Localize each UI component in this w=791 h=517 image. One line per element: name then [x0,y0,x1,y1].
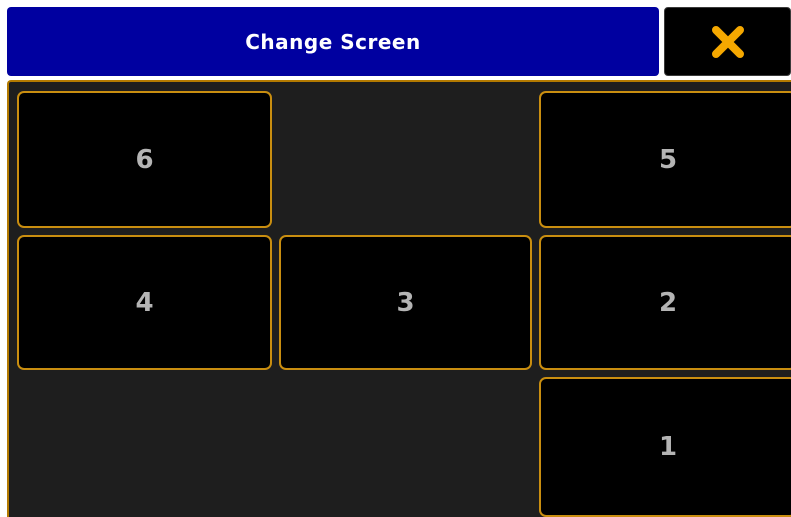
screen-1-label: 1 [658,432,678,462]
screen-3-button[interactable]: 3 [279,235,532,370]
screen-2-label: 2 [658,287,678,318]
screen-3-label: 3 [396,287,415,318]
dialog-title: Change Screen [245,29,421,54]
screen-6-button[interactable]: 6 [17,91,272,228]
screen-4-label: 4 [135,287,154,318]
close-icon [708,22,748,62]
change-screen-dialog: Change Screen 6 5 4 3 2 1 [0,0,791,517]
screen-1-button[interactable]: 1 [539,377,791,517]
screen-6-label: 6 [135,144,154,175]
screen-5-label: 5 [658,144,678,175]
screen-5-button[interactable]: 5 [539,91,791,228]
screen-4-button[interactable]: 4 [17,235,272,370]
dialog-title-bar: Change Screen [7,7,659,76]
screen-selection-area: 6 5 4 3 2 1 [7,80,791,517]
screen-2-button[interactable]: 2 [539,235,791,370]
close-button[interactable] [664,7,791,76]
